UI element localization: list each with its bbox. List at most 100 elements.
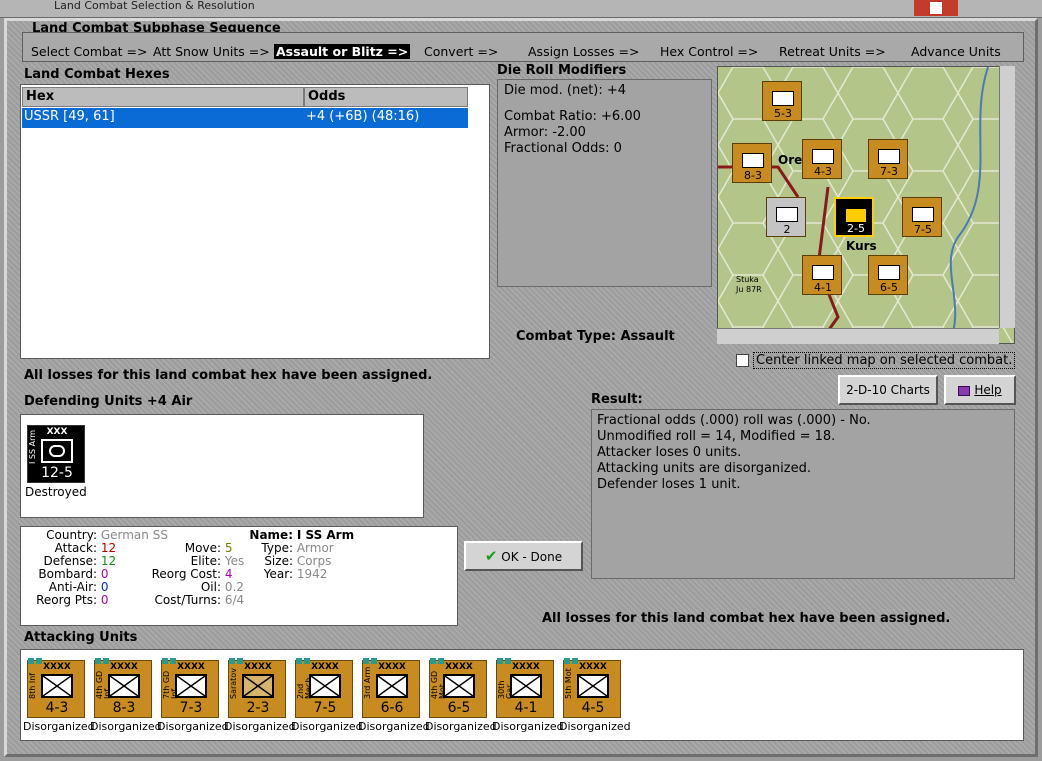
unit-value: 7-5	[313, 700, 337, 716]
supply-dots	[564, 653, 622, 664]
info-year: 1942	[296, 567, 328, 581]
unit-value: 4-3	[45, 700, 69, 716]
unit-status: Disorganized	[23, 720, 95, 733]
defending-unit-counter[interactable]: XXX I SS Arm 12-5	[27, 425, 85, 483]
supply-dots	[28, 653, 86, 664]
seq-step-select-combat: Select Combat =>	[31, 44, 148, 59]
defending-panel: XXX I SS Arm 12-5 Destroyed	[20, 414, 424, 518]
result-panel: Fractional odds (.000) roll was (.000) -…	[591, 409, 1015, 579]
combat-type: Combat Type: Assault	[516, 329, 675, 344]
info-name: I SS Arm	[296, 528, 355, 542]
info-costturns: 6/4	[224, 593, 245, 607]
seq-step-convert: Convert =>	[424, 44, 499, 59]
defending-title: Defending Units +4 Air	[24, 394, 193, 409]
row-odds: +4 (+6B) (48:16)	[306, 109, 420, 124]
attacking-unit-counter[interactable]: XXXX30th Gar4-1	[496, 658, 554, 718]
result-line: Unmodified roll = 14, Modified = 18.	[597, 429, 836, 444]
unit-symbol-icon	[510, 674, 542, 698]
info-oil: 0.2	[224, 580, 244, 594]
unit-symbol-icon	[41, 674, 73, 698]
window-title: Land Combat Selection & Resolution	[54, 0, 255, 12]
attacking-unit-counter[interactable]: XXXX4th GD Inf8-3	[94, 658, 152, 718]
table-row[interactable]: USSR [49, 61] +4 (+6B) (48:16)	[22, 108, 468, 128]
unit-status: Disorganized	[425, 720, 497, 733]
combat-type-label: Combat Type:	[516, 329, 616, 344]
losses-assigned-msg-result: All losses for this land combat hex have…	[542, 611, 951, 626]
attacking-unit-counter[interactable]: XXXX 5th Mot 4-5	[563, 658, 621, 718]
hexes-title: Land Combat Hexes	[24, 67, 170, 82]
window-title-bar: Land Combat Selection & Resolution	[0, 0, 1042, 18]
info-type: Armor	[296, 541, 334, 555]
info-country: German SS	[100, 528, 168, 542]
unit-value: 8-3	[112, 700, 136, 716]
supply-dots	[497, 653, 555, 664]
seq-step-assign-losses: Assign Losses =>	[528, 44, 640, 59]
flag-icon: 卐	[914, 0, 958, 16]
unit-info-panel: Country: German SS Attack: 12 Defense: 1…	[20, 526, 458, 626]
unit-status: Disorganized	[358, 720, 430, 733]
unit-name: 8th Inf	[28, 672, 37, 699]
unit-status: Disorganized	[90, 720, 162, 733]
info-elite: Yes	[224, 554, 245, 568]
unit-value: 2-3	[246, 700, 270, 716]
seq-step-advance: Advance Units	[911, 44, 1001, 59]
unit-symbol-icon	[309, 674, 341, 698]
supply-dots	[363, 653, 421, 664]
unit-symbol-icon	[175, 674, 207, 698]
hexes-table: Hex Odds USSR [49, 61] +4 (+6B) (48:16)	[20, 84, 490, 359]
unit-symbol-icon	[577, 674, 609, 698]
unit-symbol-icon	[443, 674, 475, 698]
armor-icon	[41, 439, 73, 463]
map-scrollbar-horizontal[interactable]	[717, 328, 999, 344]
supply-dots	[95, 653, 153, 664]
modifiers-title: Die Roll Modifiers	[497, 63, 627, 78]
unit-value: 6-6	[380, 700, 404, 716]
info-move: 5	[224, 541, 233, 555]
attacking-unit-counter[interactable]: XXXX Saratov 2-3	[228, 658, 286, 718]
attacking-unit-counter[interactable]: XXXX 3rd Arm 6-6	[362, 658, 420, 718]
seq-step-assault-active: Assault or Blitz =>	[274, 44, 411, 59]
unit-value: 6-5	[447, 700, 471, 716]
unit-name: 5th Mot	[564, 668, 573, 699]
attacking-title: Attacking Units	[24, 630, 138, 645]
hex-map[interactable]: 5-3 8-3 4-3 7-3 2 2-5 7-5 4-1 6-5 Ore Ku…	[717, 66, 1015, 344]
seq-step-att-snow: Att Snow Units =>	[153, 44, 270, 59]
result-line: Fractional odds (.000) roll was (.000) -…	[597, 413, 871, 428]
attacking-unit-counter[interactable]: XXXX 8th Inf 4-3	[27, 658, 85, 718]
mod-net: Die mod. (net): +4	[504, 83, 627, 98]
unit-value: 7-3	[179, 700, 203, 716]
mod-armor: Armor: -2.00	[504, 125, 586, 140]
center-map-label[interactable]: Center linked map on selected combat.	[753, 352, 1016, 369]
unit-symbol-icon	[108, 674, 140, 698]
center-map-checkbox[interactable]	[736, 354, 749, 367]
unit-status: Disorganized	[559, 720, 631, 733]
unit-symbol-icon	[242, 674, 274, 698]
help-book-icon	[958, 385, 971, 396]
modifiers-panel: Die mod. (net): +4 Combat Ratio: +6.00 A…	[497, 79, 712, 287]
supply-dots	[296, 653, 354, 664]
supply-dots	[162, 653, 220, 664]
col-hex[interactable]: Hex	[22, 87, 304, 107]
checkmark-icon: ✔	[484, 547, 498, 565]
unit-status: Disorganized	[224, 720, 296, 733]
charts-button[interactable]: 2-D-10 Charts	[838, 375, 938, 405]
unit-status: Disorganized	[492, 720, 564, 733]
map-scrollbar-vertical[interactable]	[999, 66, 1015, 328]
unit-status: Disorganized	[291, 720, 363, 733]
info-antiair: 0	[100, 580, 109, 594]
col-odds[interactable]: Odds	[304, 87, 468, 107]
result-title: Result:	[591, 392, 643, 407]
attacking-unit-counter[interactable]: XXXX7th GD Inf7-3	[161, 658, 219, 718]
attacking-unit-counter[interactable]: XXXX2nd Mech7-5	[295, 658, 353, 718]
help-button-label: Help	[974, 383, 1002, 397]
result-line: Defender loses 1 unit.	[597, 477, 741, 492]
mod-ratio: Combat Ratio: +6.00	[504, 109, 641, 124]
attacking-panel: XXXX8th Inf4-3DisorganizedXXXX4th GD Inf…	[20, 649, 1024, 741]
ok-done-button[interactable]: ✔ OK - Done	[464, 541, 583, 571]
unit-value: 4-1	[514, 700, 538, 716]
attacking-unit-counter[interactable]: XXXX4th GD Mot6-5	[429, 658, 487, 718]
result-line: Attacking units are disorganized.	[597, 461, 811, 476]
info-reorgcost: 4	[224, 567, 233, 581]
help-button[interactable]: Help	[944, 375, 1016, 405]
unit-value: 4-5	[581, 700, 605, 716]
